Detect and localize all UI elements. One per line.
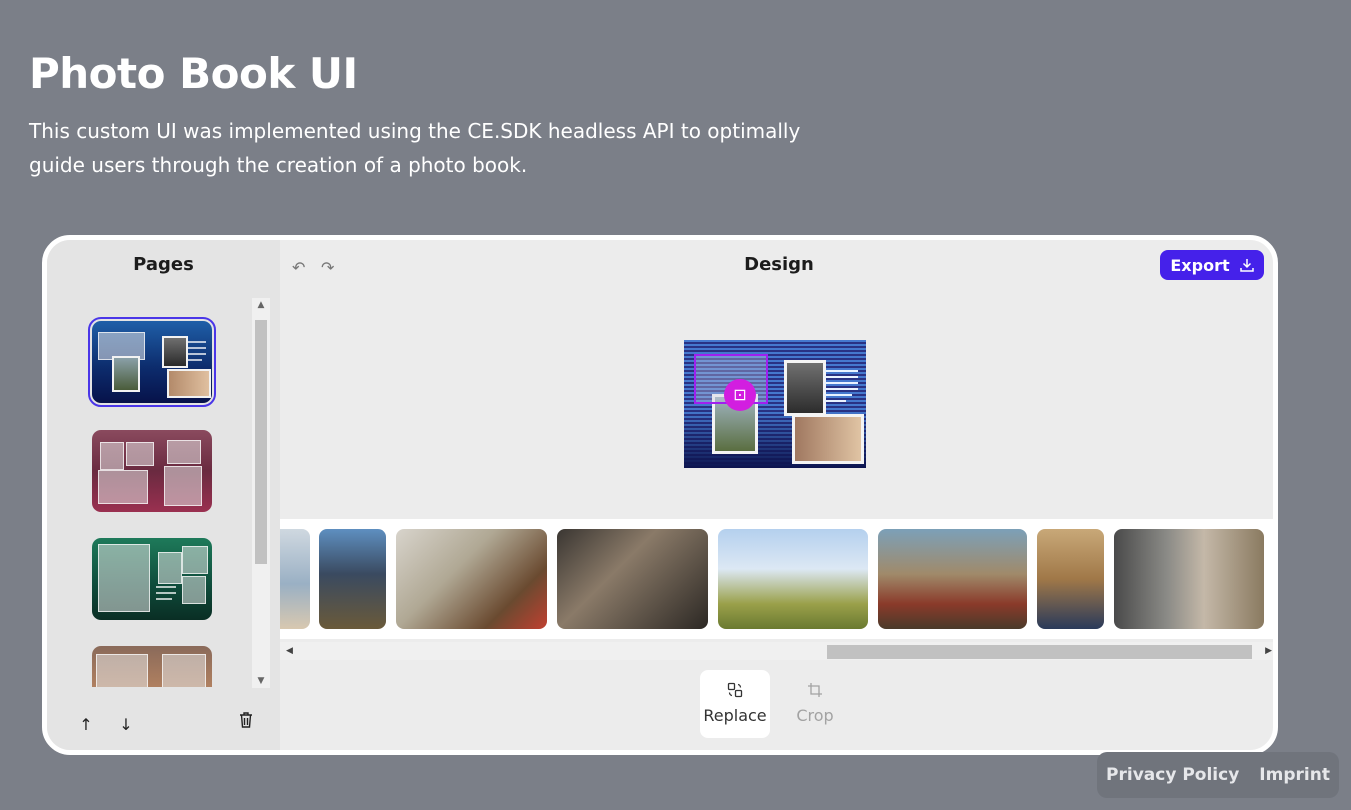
arrow-up-icon: ↑	[79, 715, 93, 734]
selected-image-frame[interactable]: ⊡	[694, 354, 768, 411]
library-image-5[interactable]	[718, 529, 868, 629]
privacy-policy-link[interactable]: Privacy Policy	[1106, 765, 1239, 785]
canvas-photo-3[interactable]	[792, 414, 864, 464]
export-button[interactable]: Export	[1160, 250, 1264, 280]
arrow-down-icon: ↓	[119, 715, 133, 734]
move-page-up-button[interactable]: ↑	[75, 714, 97, 736]
move-page-down-button[interactable]: ↓	[115, 714, 137, 736]
pages-panel: Pages ▲ ▼ ↑ ↓	[47, 240, 280, 750]
crop-tool-button[interactable]: Crop	[780, 670, 850, 738]
library-image-6[interactable]	[878, 529, 1027, 629]
library-image-2[interactable]	[319, 529, 386, 629]
scroll-right-arrow-icon[interactable]: ▶	[1265, 642, 1272, 660]
library-image-3[interactable]	[396, 529, 547, 629]
replace-image-handle[interactable]: ⊡	[724, 379, 756, 411]
imprint-link[interactable]: Imprint	[1259, 765, 1330, 785]
library-image-4[interactable]	[557, 529, 708, 629]
pages-scrollbar[interactable]: ▲ ▼	[252, 298, 270, 688]
scroll-up-arrow-icon[interactable]: ▲	[252, 298, 270, 312]
image-strip-scrollbar[interactable]: ◀ ▶	[280, 642, 1273, 660]
export-label: Export	[1170, 255, 1230, 275]
crop-label: Crop	[796, 706, 834, 725]
page-description: This custom UI was implemented using the…	[29, 119, 801, 177]
page-thumbnail-3[interactable]	[92, 538, 212, 620]
pages-panel-title: Pages	[133, 254, 194, 275]
footer-links: Privacy Policy Imprint	[1097, 752, 1339, 798]
trash-icon	[240, 712, 252, 728]
page-thumbnail-2[interactable]	[92, 430, 212, 512]
scroll-left-arrow-icon[interactable]: ◀	[286, 642, 293, 660]
image-library-strip	[280, 519, 1273, 639]
photo-book-editor: Pages ▲ ▼ ↑ ↓ ↶ ↷ Design Export ⊡ ◀ ▶ Re…	[42, 235, 1278, 755]
replace-icon	[727, 682, 743, 698]
image-placeholder-icon: ⊡	[733, 385, 747, 404]
delete-page-button[interactable]	[235, 712, 257, 734]
library-image-1[interactable]	[280, 529, 310, 629]
replace-tool-button[interactable]: Replace	[700, 670, 770, 738]
replace-label: Replace	[703, 706, 767, 725]
crop-icon	[808, 683, 822, 697]
pages-scrollbar-thumb[interactable]	[255, 320, 267, 564]
library-image-8[interactable]	[1114, 529, 1264, 629]
page-thumbnail-1[interactable]	[88, 317, 216, 407]
library-image-7[interactable]	[1037, 529, 1104, 629]
design-panel-title: Design	[744, 254, 814, 275]
page-thumbnail-4[interactable]	[92, 646, 212, 687]
design-canvas-page[interactable]: ⊡	[684, 340, 866, 468]
canvas-photo-1[interactable]	[784, 360, 826, 416]
page-title: Photo Book UI	[29, 49, 358, 98]
scroll-down-arrow-icon[interactable]: ▼	[252, 674, 270, 688]
image-strip-scrollbar-thumb[interactable]	[827, 645, 1252, 659]
download-icon	[1239, 259, 1254, 272]
